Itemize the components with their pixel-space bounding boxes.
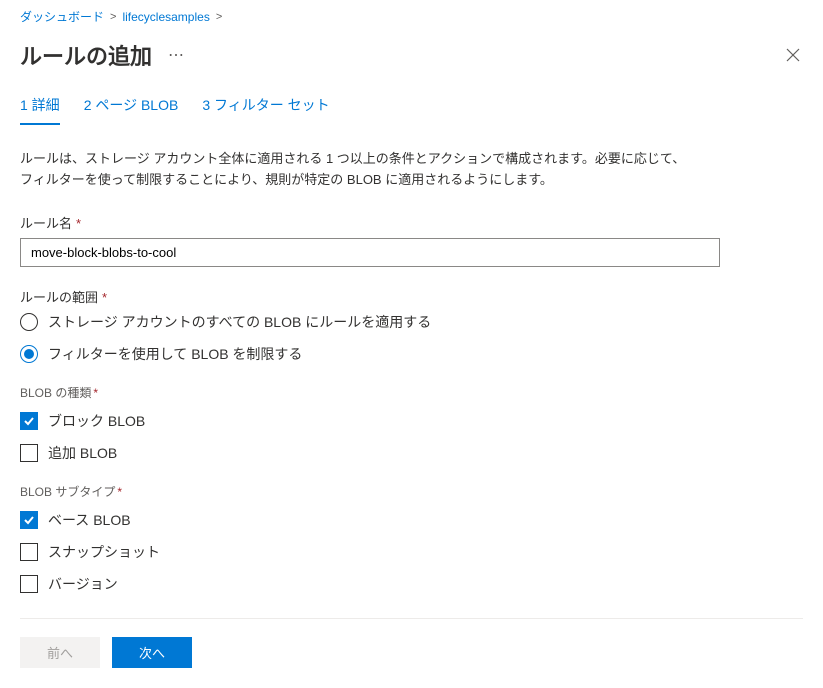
subtype-snapshot-label: スナップショット (48, 542, 160, 562)
scope-radio-all[interactable]: ストレージ アカウントのすべての BLOB にルールを適用する (20, 312, 803, 332)
checkbox-icon (20, 511, 38, 529)
blob-type-block-label: ブロック BLOB (48, 411, 145, 431)
subtype-version-checkbox[interactable]: バージョン (20, 574, 803, 594)
scope-radio-filter[interactable]: フィルターを使用して BLOB を制限する (20, 344, 803, 364)
description-text: ルールは、ストレージ アカウント全体に適用される 1 つ以上の条件とアクションで… (20, 149, 760, 191)
tab-details[interactable]: 1 詳細 (20, 95, 60, 125)
chevron-right-icon: > (110, 11, 116, 23)
blob-type-label: BLOB の種類* (20, 384, 803, 401)
radio-icon (20, 345, 38, 363)
prev-button[interactable]: 前へ (20, 637, 100, 668)
tab-filter-set[interactable]: 3 フィルター セット (202, 95, 329, 125)
blob-subtype-label: BLOB サブタイプ* (20, 483, 803, 500)
rule-name-input[interactable] (20, 238, 720, 267)
rule-scope-label: ルールの範囲* (20, 287, 803, 306)
next-button[interactable]: 次へ (112, 637, 192, 668)
chevron-right-icon: > (216, 11, 222, 23)
breadcrumb: ダッシュボード > lifecyclesamples > (20, 8, 803, 25)
subtype-snapshot-checkbox[interactable]: スナップショット (20, 542, 803, 562)
subtype-base-label: ベース BLOB (48, 510, 131, 530)
rule-name-label: ルール名* (20, 213, 803, 232)
checkbox-icon (20, 444, 38, 462)
blob-type-append-checkbox[interactable]: 追加 BLOB (20, 443, 803, 463)
divider (20, 618, 803, 619)
subtype-version-label: バージョン (48, 574, 118, 594)
blob-type-block-checkbox[interactable]: ブロック BLOB (20, 411, 803, 431)
tabs: 1 詳細 2 ページ BLOB 3 フィルター セット (20, 95, 803, 125)
breadcrumb-resource[interactable]: lifecyclesamples (122, 10, 209, 24)
tab-page-blob[interactable]: 2 ページ BLOB (84, 95, 179, 125)
scope-radio-all-label: ストレージ アカウントのすべての BLOB にルールを適用する (48, 312, 431, 332)
checkbox-icon (20, 543, 38, 561)
radio-icon (20, 313, 38, 331)
checkbox-icon (20, 412, 38, 430)
more-icon[interactable]: ⋯ (168, 45, 185, 65)
checkbox-icon (20, 575, 38, 593)
scope-radio-filter-label: フィルターを使用して BLOB を制限する (48, 344, 302, 364)
blob-type-append-label: 追加 BLOB (48, 443, 117, 463)
close-icon[interactable] (783, 45, 803, 65)
breadcrumb-dashboard[interactable]: ダッシュボード (20, 8, 104, 25)
subtype-base-checkbox[interactable]: ベース BLOB (20, 510, 803, 530)
page-title: ルールの追加 (20, 39, 152, 71)
